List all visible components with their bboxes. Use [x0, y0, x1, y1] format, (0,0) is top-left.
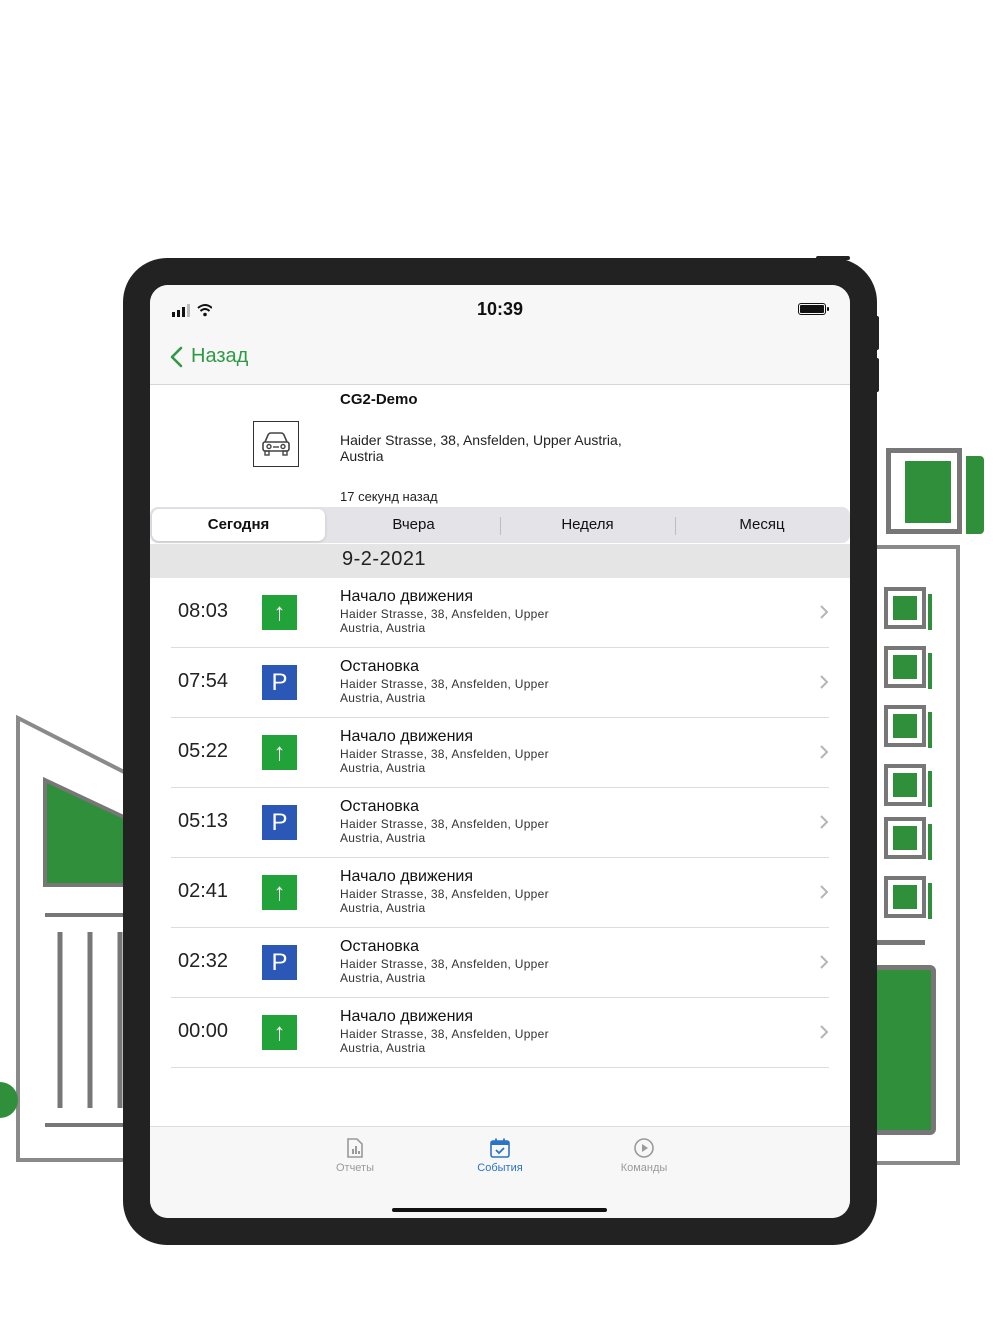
- tab-events[interactable]: События: [440, 1137, 560, 1174]
- event-time: 02:32: [178, 950, 229, 972]
- tab-reports[interactable]: Отчеты: [295, 1137, 415, 1174]
- event-title: Начало движения: [340, 1008, 474, 1025]
- period-segmented-control: Сегодня Вчера Неделя Месяц: [150, 507, 850, 543]
- event-title: Начало движения: [340, 728, 474, 745]
- left-building-graphic: [0, 714, 132, 1162]
- event-row[interactable]: 02:32 P Остановка Haider Strasse, 38, Ansfe…: [171, 928, 829, 998]
- tablet-volume-up: [875, 316, 879, 350]
- date-section-header: 9-2-2021: [150, 544, 850, 578]
- window-graphic: [884, 817, 926, 859]
- chevron-right-icon: [820, 675, 829, 689]
- event-address: Haider Strasse, 38, Ansfelden, Upper Aus…: [340, 957, 549, 985]
- date-label: 9-2-2021: [342, 548, 427, 570]
- status-time: 10:39: [476, 299, 524, 319]
- event-row[interactable]: 08:03 ↑ Начало движения Haider Strasse, 38,…: [171, 578, 829, 648]
- movement-start-icon: ↑: [262, 735, 297, 770]
- event-address: Haider Strasse, 38, Ansfelden, Upper Aus…: [340, 607, 549, 635]
- event-address: Haider Strasse, 38, Ansfelden, Upper Aus…: [340, 1027, 549, 1055]
- segment-today[interactable]: Сегодня: [152, 509, 325, 541]
- chevron-right-icon: [820, 605, 829, 619]
- parking-icon: P: [262, 805, 297, 840]
- event-address: Haider Strasse, 38, Ansfelden, Upper Aus…: [340, 747, 549, 775]
- event-list: 08:03 ↑ Начало движения Haider Strasse, 38,…: [150, 578, 850, 1068]
- movement-start-icon: ↑: [262, 1015, 297, 1050]
- calendar-icon: [490, 1138, 510, 1158]
- right-building-top-window: [886, 448, 962, 534]
- vehicle-address: Haider Strasse, 38, Ansfelden, Upper Aus…: [340, 432, 622, 464]
- event-address: Haider Strasse, 38, Ansfelden, Upper Aus…: [340, 817, 549, 845]
- event-address: Haider Strasse, 38, Ansfelden, Upper Aus…: [340, 887, 549, 915]
- event-title: Остановка: [340, 658, 419, 675]
- home-indicator[interactable]: [392, 1208, 607, 1212]
- tablet-top-button: [816, 256, 850, 260]
- tab-commands[interactable]: Команды: [584, 1137, 704, 1174]
- event-time: 05:13: [178, 810, 229, 832]
- chevron-right-icon: [820, 885, 829, 899]
- tab-events-label: События: [477, 1162, 523, 1174]
- chevron-right-icon: [820, 955, 829, 969]
- event-time: 05:22: [178, 740, 229, 762]
- parking-icon: P: [262, 945, 297, 980]
- report-icon: [347, 1138, 363, 1158]
- event-address: Haider Strasse, 38, Ansfelden, Upper Aus…: [340, 677, 549, 705]
- event-row[interactable]: 00:00 ↑ Начало движения Haider Strasse, 38,…: [171, 998, 829, 1068]
- event-row[interactable]: 05:13 P Остановка Haider Strasse, 38, Ansfe…: [171, 788, 829, 858]
- car-icon: [253, 421, 299, 467]
- tablet-volume-down: [875, 358, 879, 392]
- window-graphic: [884, 705, 926, 747]
- event-title: Начало движения: [340, 588, 474, 605]
- play-icon: [634, 1138, 654, 1158]
- window-graphic: [884, 587, 926, 629]
- vehicle-last-update: 17 секунд назад: [340, 489, 438, 504]
- chevron-left-icon: [170, 346, 183, 367]
- event-title: Остановка: [340, 938, 419, 955]
- vehicle-header: CG2-Demo Haider Strasse, 38, Ansfelden, …: [150, 385, 850, 507]
- parking-icon: P: [262, 665, 297, 700]
- tab-commands-label: Команды: [620, 1162, 668, 1174]
- right-building-door: [870, 965, 936, 1135]
- chevron-right-icon: [820, 1025, 829, 1039]
- back-button-label: Назад: [191, 345, 249, 367]
- window-graphic: [884, 764, 926, 806]
- event-row[interactable]: 07:54 P Остановка Haider Strasse, 38, Ansfe…: [171, 648, 829, 718]
- chevron-right-icon: [820, 815, 829, 829]
- event-time: 08:03: [178, 600, 229, 622]
- event-row[interactable]: 05:22 ↑ Начало движения Haider Strasse, 38,…: [171, 718, 829, 788]
- status-bar: 10:39: [150, 285, 850, 333]
- event-title: Остановка: [340, 798, 419, 815]
- event-title: Начало движения: [340, 868, 474, 885]
- event-time: 02:41: [178, 880, 229, 902]
- window-graphic: [884, 876, 926, 918]
- event-row[interactable]: 02:41 ↑ Начало движения Haider Strasse, 38,…: [171, 858, 829, 928]
- segment-month[interactable]: Месяц: [676, 509, 848, 541]
- app-screen: 10:39 Назад CG2-Demo Haider Strasse, 38,…: [150, 285, 850, 1218]
- window-graphic: [884, 646, 926, 688]
- event-time: 00:00: [178, 1020, 229, 1042]
- right-building-accent: [966, 456, 984, 534]
- tab-bar: Отчеты События Команды: [150, 1126, 850, 1218]
- battery-icon: [798, 303, 829, 315]
- vehicle-name: CG2-Demo: [340, 391, 418, 408]
- movement-start-icon: ↑: [262, 875, 297, 910]
- segment-week[interactable]: Неделя: [501, 509, 674, 541]
- back-button[interactable]: Назад: [170, 345, 248, 368]
- chevron-right-icon: [820, 745, 829, 759]
- segment-yesterday[interactable]: Вчера: [327, 509, 500, 541]
- movement-start-icon: ↑: [262, 595, 297, 630]
- navigation-bar: Назад: [150, 333, 850, 385]
- tab-reports-label: Отчеты: [335, 1162, 375, 1174]
- event-time: 07:54: [178, 670, 229, 692]
